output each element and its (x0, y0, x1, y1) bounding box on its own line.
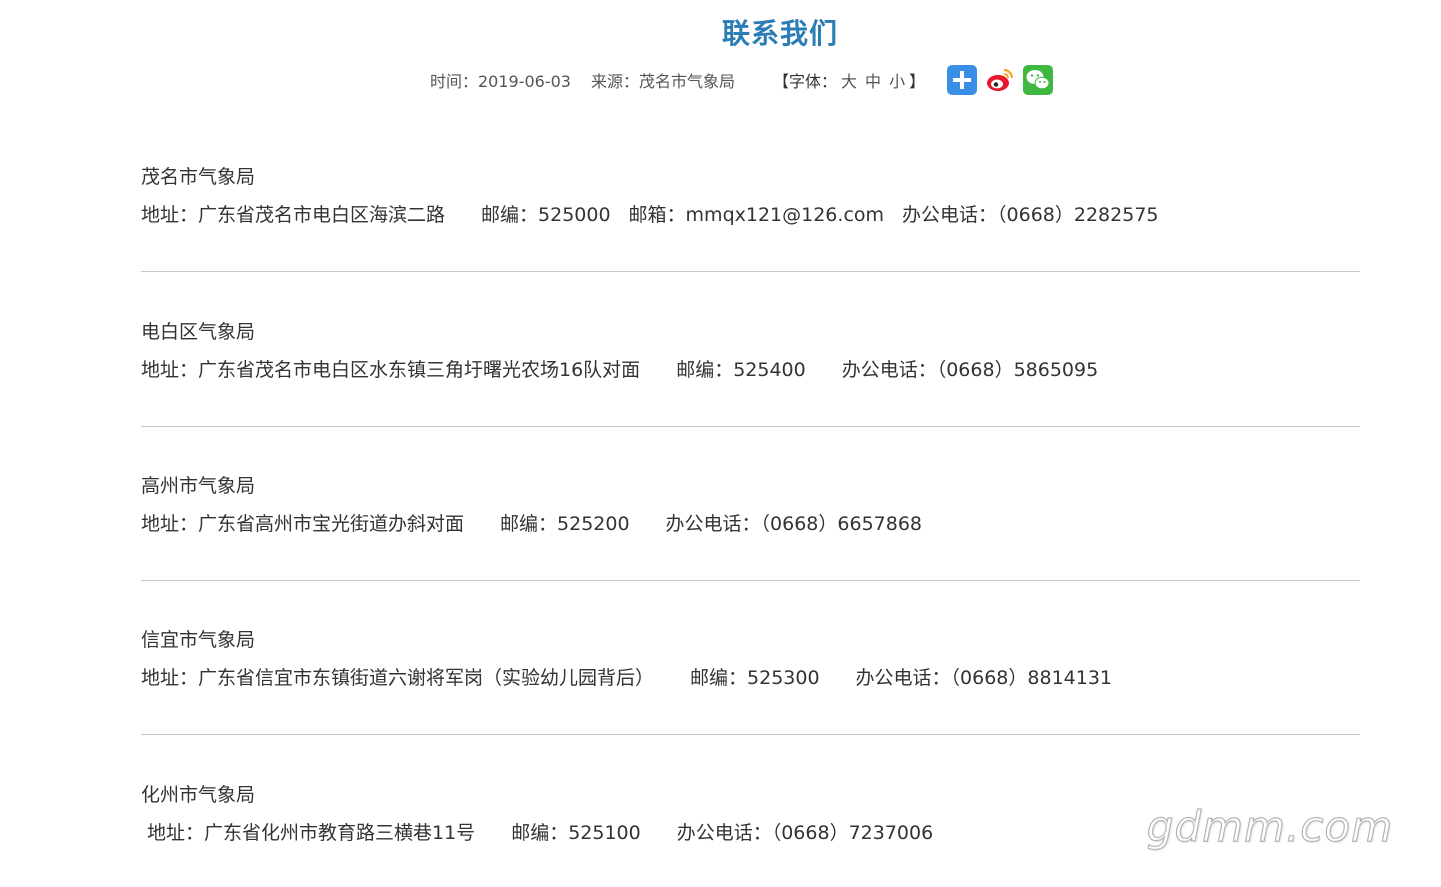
page-title: 联系我们 (721, 17, 838, 50)
divider (141, 426, 1360, 427)
site-watermark: gdmm.com (1146, 801, 1393, 851)
font-suffix: 】 (909, 72, 926, 91)
postcode: 邮编：525400 (676, 359, 806, 381)
postcode: 邮编：525300 (690, 667, 820, 689)
contact-info: 地址：广东省高州市宝光街道办斜对面 邮编：525200 办公电话：（0668）665… (141, 511, 1360, 537)
weibo-icon[interactable] (985, 65, 1016, 95)
email: 邮箱：mmqx121@126.com (628, 204, 885, 226)
article-meta: 时间：2019-06-03 来源：茂名市气象局 【字体：大中小】 (430, 65, 1054, 95)
contact-entry: 茂名市气象局 地址：广东省茂名市电白区海滨二路 邮编：525000 邮箱：mmqx1… (141, 164, 1360, 228)
address: 地址：广东省高州市宝光街道办斜对面 (141, 513, 465, 535)
address: 地址：广东省化州市教育路三横巷11号 (147, 822, 476, 844)
font-medium-link[interactable]: 中 (861, 72, 885, 91)
share-bar (947, 65, 1054, 95)
postcode: 邮编：525000 (481, 204, 611, 226)
contact-entry: 信宜市气象局 地址：广东省信宜市东镇街道六谢将军岗（实验幼儿园背后） 邮编：525… (141, 627, 1360, 691)
bureau-name: 电白区气象局 (141, 321, 256, 343)
contact-info: 地址：广东省茂名市电白区水东镇三角圩曙光农场16队对面 邮编：525400 办公电话… (141, 357, 1360, 383)
phone: 办公电话：（0668）8814131 (855, 667, 1113, 689)
contact-info: 地址：广东省信宜市东镇街道六谢将军岗（实验幼儿园背后） 邮编：525300 办公电话… (141, 665, 1360, 691)
publish-time: 时间：2019-06-03 (430, 72, 571, 91)
postcode: 邮编：525200 (500, 513, 630, 535)
font-small-link[interactable]: 小 (885, 72, 909, 91)
font-large-link[interactable]: 大 (837, 72, 861, 91)
phone: 办公电话：（0668）5865095 (841, 359, 1099, 381)
bureau-name: 高州市气象局 (141, 475, 256, 497)
phone: 办公电话：（0668）2282575 (902, 204, 1159, 226)
contact-entry: 电白区气象局 地址：广东省茂名市电白区水东镇三角圩曙光农场16队对面 邮编：525… (141, 319, 1360, 383)
address: 地址：广东省信宜市东镇街道六谢将军岗（实验幼儿园背后） (141, 667, 655, 689)
contact-info: 地址：广东省茂名市电白区海滨二路 邮编：525000 邮箱：mmqx121@126.… (141, 202, 1360, 228)
phone: 办公电话：（0668）7237006 (676, 822, 934, 844)
divider (141, 580, 1360, 581)
font-size-control: 【字体：大中小】 (773, 68, 925, 92)
phone: 办公电话：（0668）6657868 (665, 513, 923, 535)
bureau-name: 信宜市气象局 (141, 629, 256, 651)
postcode: 邮编：525100 (511, 822, 641, 844)
address: 地址：广东省茂名市电白区海滨二路 (141, 204, 446, 226)
bureau-name: 茂名市气象局 (141, 166, 256, 188)
article-source: 来源：茂名市气象局 (591, 72, 736, 91)
plus-share-icon[interactable] (947, 65, 978, 95)
wechat-icon[interactable] (1023, 65, 1054, 95)
divider (141, 734, 1360, 735)
contact-entry: 高州市气象局 地址：广东省高州市宝光街道办斜对面 邮编：525200 办公电话：（0… (141, 473, 1360, 537)
divider (141, 271, 1360, 272)
address: 地址：广东省茂名市电白区水东镇三角圩曙光农场16队对面 (141, 359, 641, 381)
font-prefix: 【字体： (773, 72, 838, 91)
